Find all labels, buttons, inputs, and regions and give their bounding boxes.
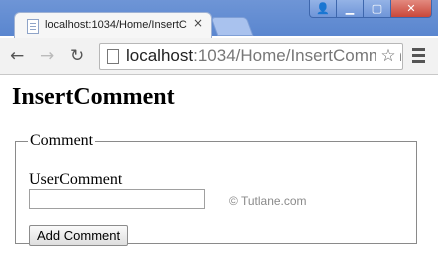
menu-icon[interactable] <box>412 48 425 66</box>
comment-fieldset: Comment UserComment © Tutlane.com Add Co… <box>15 132 417 246</box>
browser-title-bar: localhost:1034/Home/InsertC × 👤 ▁ ▢ ✕ <box>0 0 438 39</box>
page-title: InsertComment <box>12 84 175 110</box>
address-bar[interactable]: localhost:1034/Home/InsertComment ☆ <box>99 43 403 70</box>
fieldset-legend: Comment <box>30 132 94 149</box>
new-tab-button[interactable] <box>210 17 254 36</box>
user-icon[interactable]: 👤 <box>309 0 337 18</box>
close-tab-icon[interactable]: × <box>193 17 203 29</box>
forward-arrow-icon[interactable]: → <box>40 46 54 66</box>
url-text[interactable]: localhost:1034/Home/InsertComment <box>126 46 403 66</box>
browser-toolbar: ← → ↻ localhost:1034/Home/InsertComment … <box>0 38 438 75</box>
url-host: localhost <box>126 46 194 65</box>
url-path: :1034/Home/InsertComment <box>193 46 403 65</box>
page-favicon-icon <box>27 19 39 34</box>
user-comment-input[interactable] <box>29 189 205 209</box>
bookmark-star-icon[interactable]: ☆ <box>376 45 400 68</box>
maximize-button[interactable]: ▢ <box>363 0 391 18</box>
browser-tab[interactable]: localhost:1034/Home/InsertC × <box>14 12 212 39</box>
tab-title: localhost:1034/Home/InsertC <box>45 19 187 31</box>
window-controls: 👤 ▁ ▢ ✕ <box>309 0 432 18</box>
watermark-text: © Tutlane.com <box>229 194 307 208</box>
add-comment-button[interactable]: Add Comment <box>29 225 129 246</box>
back-arrow-icon[interactable]: ← <box>10 46 24 66</box>
user-comment-label: UserComment <box>29 171 123 188</box>
page-icon <box>107 49 119 64</box>
close-window-button[interactable]: ✕ <box>390 0 432 18</box>
minimize-button[interactable]: ▁ <box>336 0 364 18</box>
reload-icon[interactable]: ↻ <box>70 46 84 66</box>
